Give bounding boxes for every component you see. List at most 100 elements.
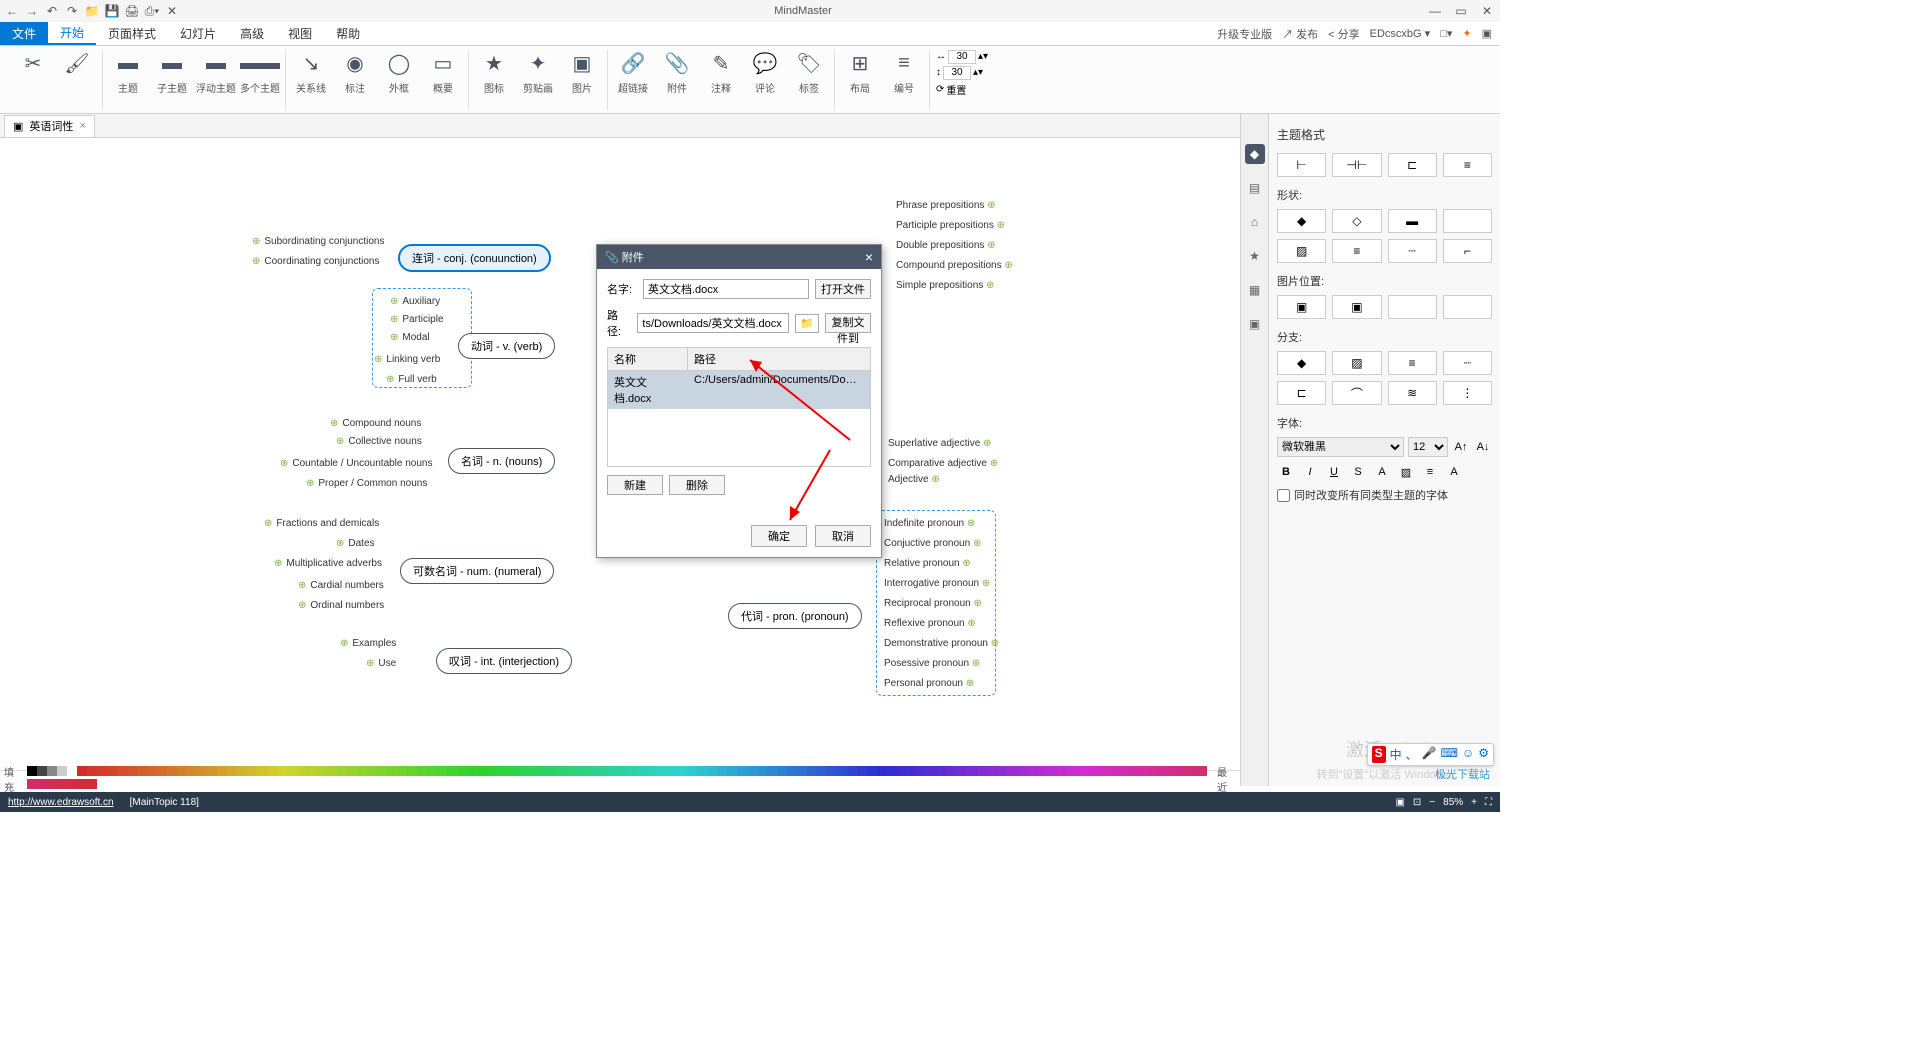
branch-option[interactable]: ⌒ [1332, 381, 1381, 405]
style-option[interactable]: ⊣⊢ [1332, 153, 1381, 177]
upgrade-link[interactable]: 升级专业版 [1217, 26, 1272, 42]
ime-lang[interactable]: 中 [1390, 746, 1402, 763]
status-url[interactable]: http://www.edrawsoft.cn [8, 797, 114, 808]
table-row[interactable]: 英文文档.docx C:/Users/admin/Documents/Downl… [608, 371, 870, 409]
palette-colors[interactable] [27, 766, 1213, 792]
menu-view[interactable]: 视图 [276, 22, 324, 45]
ime-voice-icon[interactable]: 🎤 [1422, 746, 1437, 763]
style-option[interactable]: ≡ [1443, 153, 1492, 177]
node-interjection[interactable]: 叹词 - int. (interjection) [436, 648, 572, 674]
branch-option[interactable]: ▨ [1332, 351, 1381, 375]
vspace-input[interactable] [943, 66, 971, 80]
cancel-button[interactable]: 取消 [815, 525, 871, 547]
qat-redo-icon[interactable]: ↷ [64, 3, 80, 19]
layout-button[interactable]: ⊞布局 [841, 50, 879, 95]
clipart-button[interactable]: ✦剪贴画 [519, 50, 557, 95]
subtopic-button[interactable]: ▬子主题 [153, 50, 191, 95]
underline-button[interactable]: U [1325, 463, 1343, 481]
sub-node[interactable]: Multiplicative adverbs [274, 558, 382, 569]
zoom-in-button[interactable]: + [1471, 797, 1477, 808]
open-file-button[interactable]: 打开文件 [815, 279, 871, 299]
style-option[interactable]: ⊢ [1277, 153, 1326, 177]
attachment-button[interactable]: 📎附件 [658, 50, 696, 95]
menu-slides[interactable]: 幻灯片 [168, 22, 228, 45]
icon-button[interactable]: ★图标 [475, 50, 513, 95]
shape-option[interactable]: ◇ [1332, 209, 1381, 233]
qat-close-icon[interactable]: ✕ [164, 3, 180, 19]
imgpos-option[interactable]: ▣ [1332, 295, 1381, 319]
sub-node[interactable]: Countable / Uncountable nouns [280, 458, 433, 469]
topic-button[interactable]: ▬主题 [109, 50, 147, 95]
sub-node[interactable]: Reflexive pronoun [884, 618, 976, 629]
sub-node[interactable]: Compound prepositions [896, 260, 1013, 271]
imgpos-option[interactable] [1443, 295, 1492, 319]
menu-advanced[interactable]: 高级 [228, 22, 276, 45]
help-icon[interactable]: □▾ [1440, 27, 1452, 40]
qat-forward-icon[interactable]: → [24, 3, 40, 19]
floating-topic-button[interactable]: ▬浮动主题 [197, 50, 235, 95]
border-option[interactable]: ≡ [1332, 239, 1381, 263]
sub-node[interactable]: Examples [340, 638, 396, 649]
dialog-titlebar[interactable]: 📎 附件 × [597, 245, 881, 269]
sub-node[interactable]: Demonstrative pronoun [884, 638, 999, 649]
ime-emoji-icon[interactable]: ☺ [1462, 746, 1474, 763]
shape-option[interactable]: ▬ [1388, 209, 1437, 233]
sub-node[interactable]: Auxiliary [390, 296, 440, 307]
sub-node[interactable]: Adjective [888, 474, 940, 485]
dash-option[interactable]: ┈ [1388, 239, 1437, 263]
node-numeral[interactable]: 可数名词 - num. (numeral) [400, 558, 554, 584]
sub-node[interactable]: Full verb [386, 374, 437, 385]
qat-save-icon[interactable]: 💾 [104, 3, 120, 19]
callout-button[interactable]: ◉标注 [336, 50, 374, 95]
maximize-button[interactable]: ▭ [1452, 4, 1470, 18]
font-size-select[interactable]: 12 [1408, 437, 1448, 457]
publish-link[interactable]: ↗ 发布 [1282, 26, 1318, 42]
strike-button[interactable]: S [1349, 463, 1367, 481]
sub-node[interactable]: Fractions and demicals [264, 518, 379, 529]
font-grow-button[interactable]: A↑ [1452, 438, 1470, 456]
node-pronoun[interactable]: 代词 - pron. (pronoun) [728, 603, 862, 629]
highlight-button[interactable]: ▨ [1397, 463, 1415, 481]
zoom-out-button[interactable]: − [1429, 797, 1435, 808]
tab-history[interactable]: ▣ [1245, 314, 1265, 334]
sub-node[interactable]: Cardial numbers [298, 580, 384, 591]
name-input[interactable] [643, 279, 809, 299]
qat-back-icon[interactable]: ← [4, 3, 20, 19]
sub-node[interactable]: Proper / Common nouns [306, 478, 427, 489]
tab-format[interactable]: ◆ [1245, 144, 1265, 164]
branch-option[interactable]: ┈ [1443, 351, 1492, 375]
hyperlink-button[interactable]: 🔗超链接 [614, 50, 652, 95]
menu-file[interactable]: 文件 [0, 22, 48, 45]
align-button[interactable]: ≡ [1421, 463, 1439, 481]
sub-node[interactable]: Superlative adjective [888, 438, 991, 449]
fullscreen-icon[interactable]: ⛶ [1485, 797, 1492, 808]
sub-node[interactable]: Collective nouns [336, 436, 422, 447]
font-color-button[interactable]: A [1373, 463, 1391, 481]
multi-topic-button[interactable]: ▬▬多个主题 [241, 50, 279, 95]
path-input[interactable] [637, 313, 789, 333]
document-tab[interactable]: ▣ 英语词性 × [4, 115, 95, 137]
sub-node[interactable]: Posessive pronoun [884, 658, 980, 669]
sub-node[interactable]: Reciprocal pronoun [884, 598, 982, 609]
apps-icon[interactable]: ✦ [1462, 27, 1471, 40]
menu-page-style[interactable]: 页面样式 [96, 22, 168, 45]
new-button[interactable]: 新建 [607, 475, 663, 495]
ime-settings-icon[interactable]: ⚙ [1478, 746, 1489, 763]
sub-node[interactable]: Coordinating conjunctions [252, 256, 379, 267]
hspace-input[interactable] [948, 50, 976, 64]
share-link[interactable]: < 分享 [1328, 26, 1359, 42]
style-option[interactable]: ⊏ [1388, 153, 1437, 177]
tab-task[interactable]: ▦ [1245, 280, 1265, 300]
collapse-ribbon-icon[interactable]: ▣ [1482, 27, 1492, 40]
doc-tab-close[interactable]: × [79, 120, 85, 132]
tag-button[interactable]: 🏷标签 [790, 50, 828, 95]
note-button[interactable]: ✎注释 [702, 50, 740, 95]
ime-punct[interactable]: 、 [1406, 746, 1418, 763]
qat-undo-icon[interactable]: ↶ [44, 3, 60, 19]
shape-option[interactable] [1443, 209, 1492, 233]
node-verb[interactable]: 动词 - v. (verb) [458, 333, 555, 359]
image-button[interactable]: ▣图片 [563, 50, 601, 95]
dialog-close-button[interactable]: × [865, 249, 873, 265]
sub-node[interactable]: Indefinite pronoun [884, 518, 975, 529]
branch-option[interactable]: ⊏ [1277, 381, 1326, 405]
